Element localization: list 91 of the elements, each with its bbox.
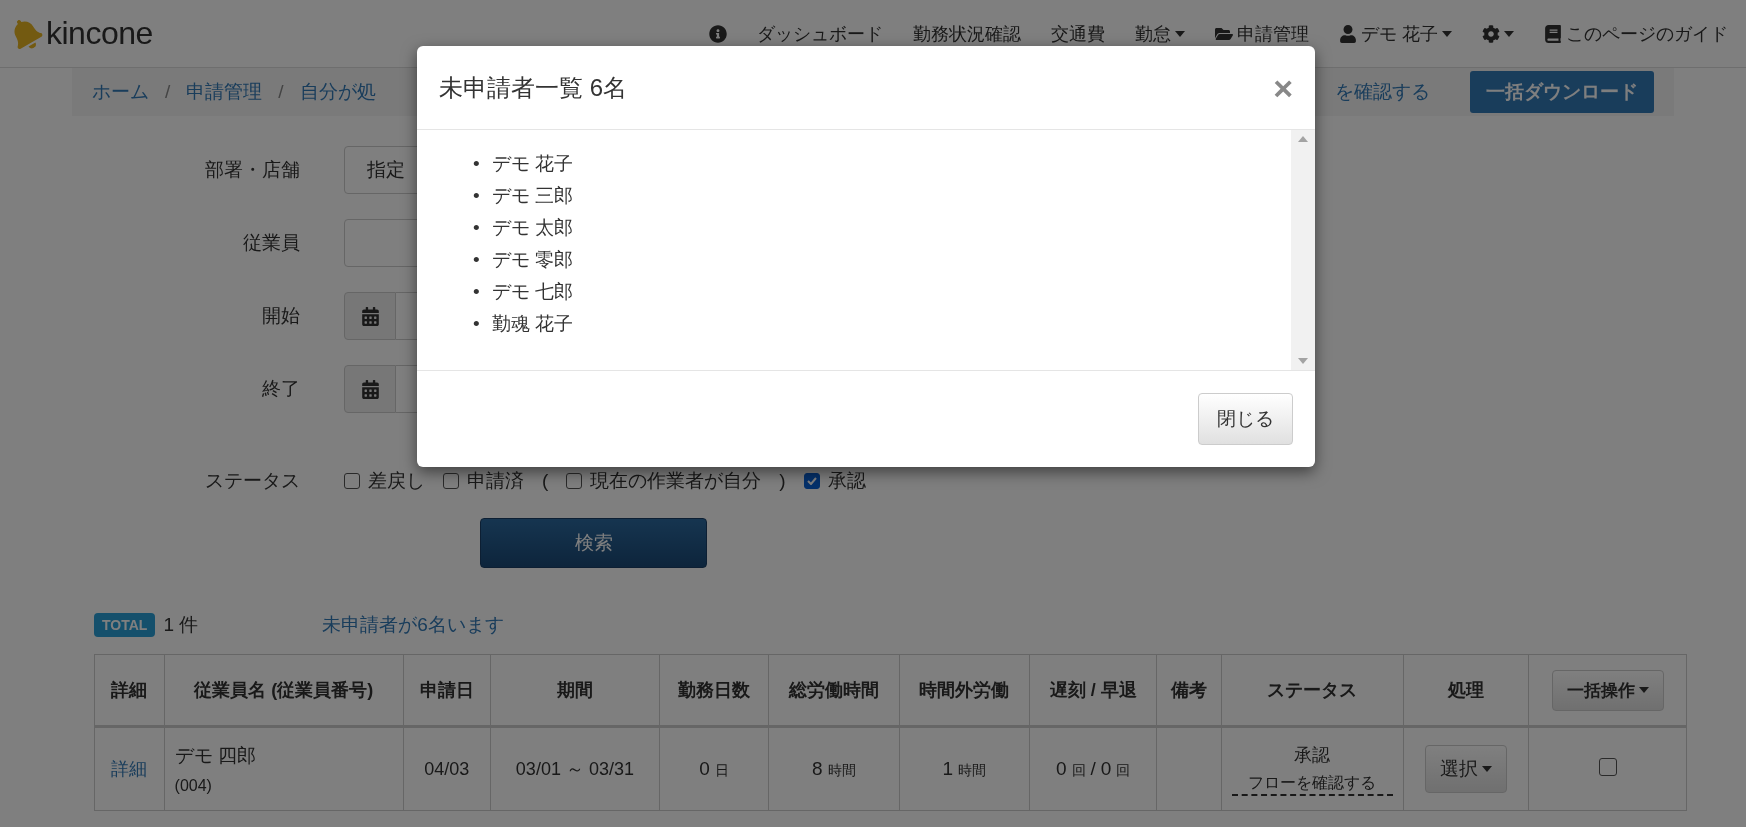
column-header: 期間 — [490, 654, 660, 727]
column-header: 勤務日数 — [659, 654, 769, 727]
checkbox[interactable] — [566, 473, 583, 489]
checkbox-label: 現在の作業者が自分 — [590, 469, 762, 493]
nav-link[interactable]: 申請管理 — [1215, 21, 1309, 46]
column-header: 詳細 — [94, 654, 165, 727]
nav-link[interactable]: 勤怠 — [1135, 21, 1185, 46]
close-button[interactable]: 閉じる — [1198, 393, 1293, 445]
row-checkbox[interactable] — [1598, 757, 1617, 776]
caret-icon — [1638, 687, 1649, 693]
checkbox-label: 申請済 — [467, 469, 524, 493]
caret-icon — [1482, 766, 1493, 772]
column-header: 従業員名 (従業員番号) — [164, 654, 404, 727]
calendar-button[interactable] — [344, 292, 396, 340]
status-text: 承認 — [1293, 743, 1332, 767]
checkbox-label: 差戻し — [368, 469, 425, 493]
caret-icon — [1504, 30, 1514, 37]
bulk-action-button[interactable]: 一括操作 — [1551, 669, 1664, 711]
column-header: 時間外労働 — [899, 654, 1030, 727]
checkbox-label: 承認 — [827, 469, 866, 493]
check-icon — [806, 477, 817, 485]
count-text: 1 件 — [163, 613, 199, 637]
book-icon — [1544, 24, 1562, 43]
table-cell: 1 時間 — [899, 726, 1030, 811]
employee-name: デモ 四郎 — [174, 744, 257, 768]
employee-number: (004) — [174, 777, 213, 795]
bullet: • — [473, 312, 480, 336]
column-header: 遅刻 / 早退 — [1029, 654, 1157, 727]
field-label: 部署・店舗 — [204, 158, 300, 182]
name-item: デモ 七郎 — [491, 280, 573, 304]
nav-link[interactable]: このページのガイド — [1544, 21, 1728, 46]
checkbox[interactable] — [344, 473, 360, 489]
total-badge: TOTAL — [94, 613, 156, 637]
settings-icon[interactable] — [1482, 24, 1500, 43]
name-item: デモ 太郎 — [491, 216, 573, 240]
column-header: 備考 — [1156, 654, 1222, 727]
scroll-down-arrow-icon[interactable] — [1298, 358, 1308, 364]
breadcrumb-link[interactable]: ホーム — [92, 79, 149, 105]
paren: ( — [542, 470, 549, 492]
bullet: • — [473, 152, 480, 176]
info-icon[interactable] — [709, 24, 727, 43]
breadcrumb-separator: / — [165, 81, 171, 103]
link[interactable]: を確認する — [1335, 79, 1430, 105]
table-cell: 03/01 ～ 03/31 — [490, 726, 660, 811]
user-icon — [1339, 24, 1357, 43]
bullet: • — [473, 280, 480, 304]
bullet: • — [473, 248, 480, 272]
dialog-title: 未申請者一覧 6名 — [439, 72, 627, 103]
detail-link[interactable]: 詳細 — [111, 759, 148, 779]
field-label: 終了 — [261, 377, 300, 401]
download-button[interactable]: 一括ダウンロード — [1470, 71, 1654, 113]
search-button[interactable]: 検索 — [480, 518, 707, 568]
table-cell: 0 日 — [659, 726, 769, 811]
select-button[interactable]: 選択 — [1425, 745, 1508, 793]
breadcrumb-link[interactable]: 申請管理 — [186, 79, 263, 105]
calendar-button[interactable] — [344, 365, 396, 413]
column-header: 処理 — [1403, 654, 1529, 727]
scrollbar[interactable] — [1291, 130, 1315, 370]
close-button[interactable]: × — [1273, 70, 1293, 105]
link[interactable]: 未申請者が6名います — [322, 612, 504, 638]
name-item: デモ 花子 — [491, 152, 573, 176]
calendar-icon — [360, 379, 380, 399]
name-item: 勤魂 花子 — [491, 312, 573, 336]
name-item: デモ 三郎 — [491, 184, 573, 208]
name-item: デモ 零郎 — [491, 248, 573, 272]
nav-link[interactable]: 勤務状況確認 — [913, 21, 1021, 46]
logo[interactable]: kincone — [10, 15, 153, 52]
caret-icon — [1442, 30, 1452, 37]
caret-icon — [1175, 30, 1185, 37]
field-label: 従業員 — [242, 231, 300, 255]
column-header: 総労働時間 — [768, 654, 900, 727]
column-header: 申請日 — [403, 654, 490, 727]
paren: ) — [779, 470, 786, 492]
checkbox[interactable] — [443, 473, 459, 489]
breadcrumb-separator: / — [278, 81, 284, 103]
column-header: ステータス — [1221, 654, 1404, 727]
flow-link[interactable]: フローを確認する — [1231, 772, 1393, 796]
table-cell: 8 時間 — [768, 726, 900, 811]
table-cell: 04/03 — [403, 726, 490, 811]
nav-link[interactable]: ダッシュボード — [757, 21, 883, 46]
field-label: 開始 — [261, 304, 300, 328]
nav-link[interactable]: デモ 花子 — [1339, 21, 1452, 46]
breadcrumb-link[interactable]: 自分が処 — [299, 79, 376, 105]
bullet: • — [473, 184, 480, 208]
calendar-icon — [360, 306, 380, 326]
scroll-up-arrow-icon[interactable] — [1298, 136, 1308, 142]
checkbox[interactable] — [803, 473, 820, 489]
bullet: • — [473, 216, 480, 240]
field-label: ステータス — [204, 469, 300, 493]
table-cell: 0 回 / 0 回 — [1029, 726, 1157, 811]
nav-link[interactable]: 交通費 — [1051, 21, 1105, 46]
